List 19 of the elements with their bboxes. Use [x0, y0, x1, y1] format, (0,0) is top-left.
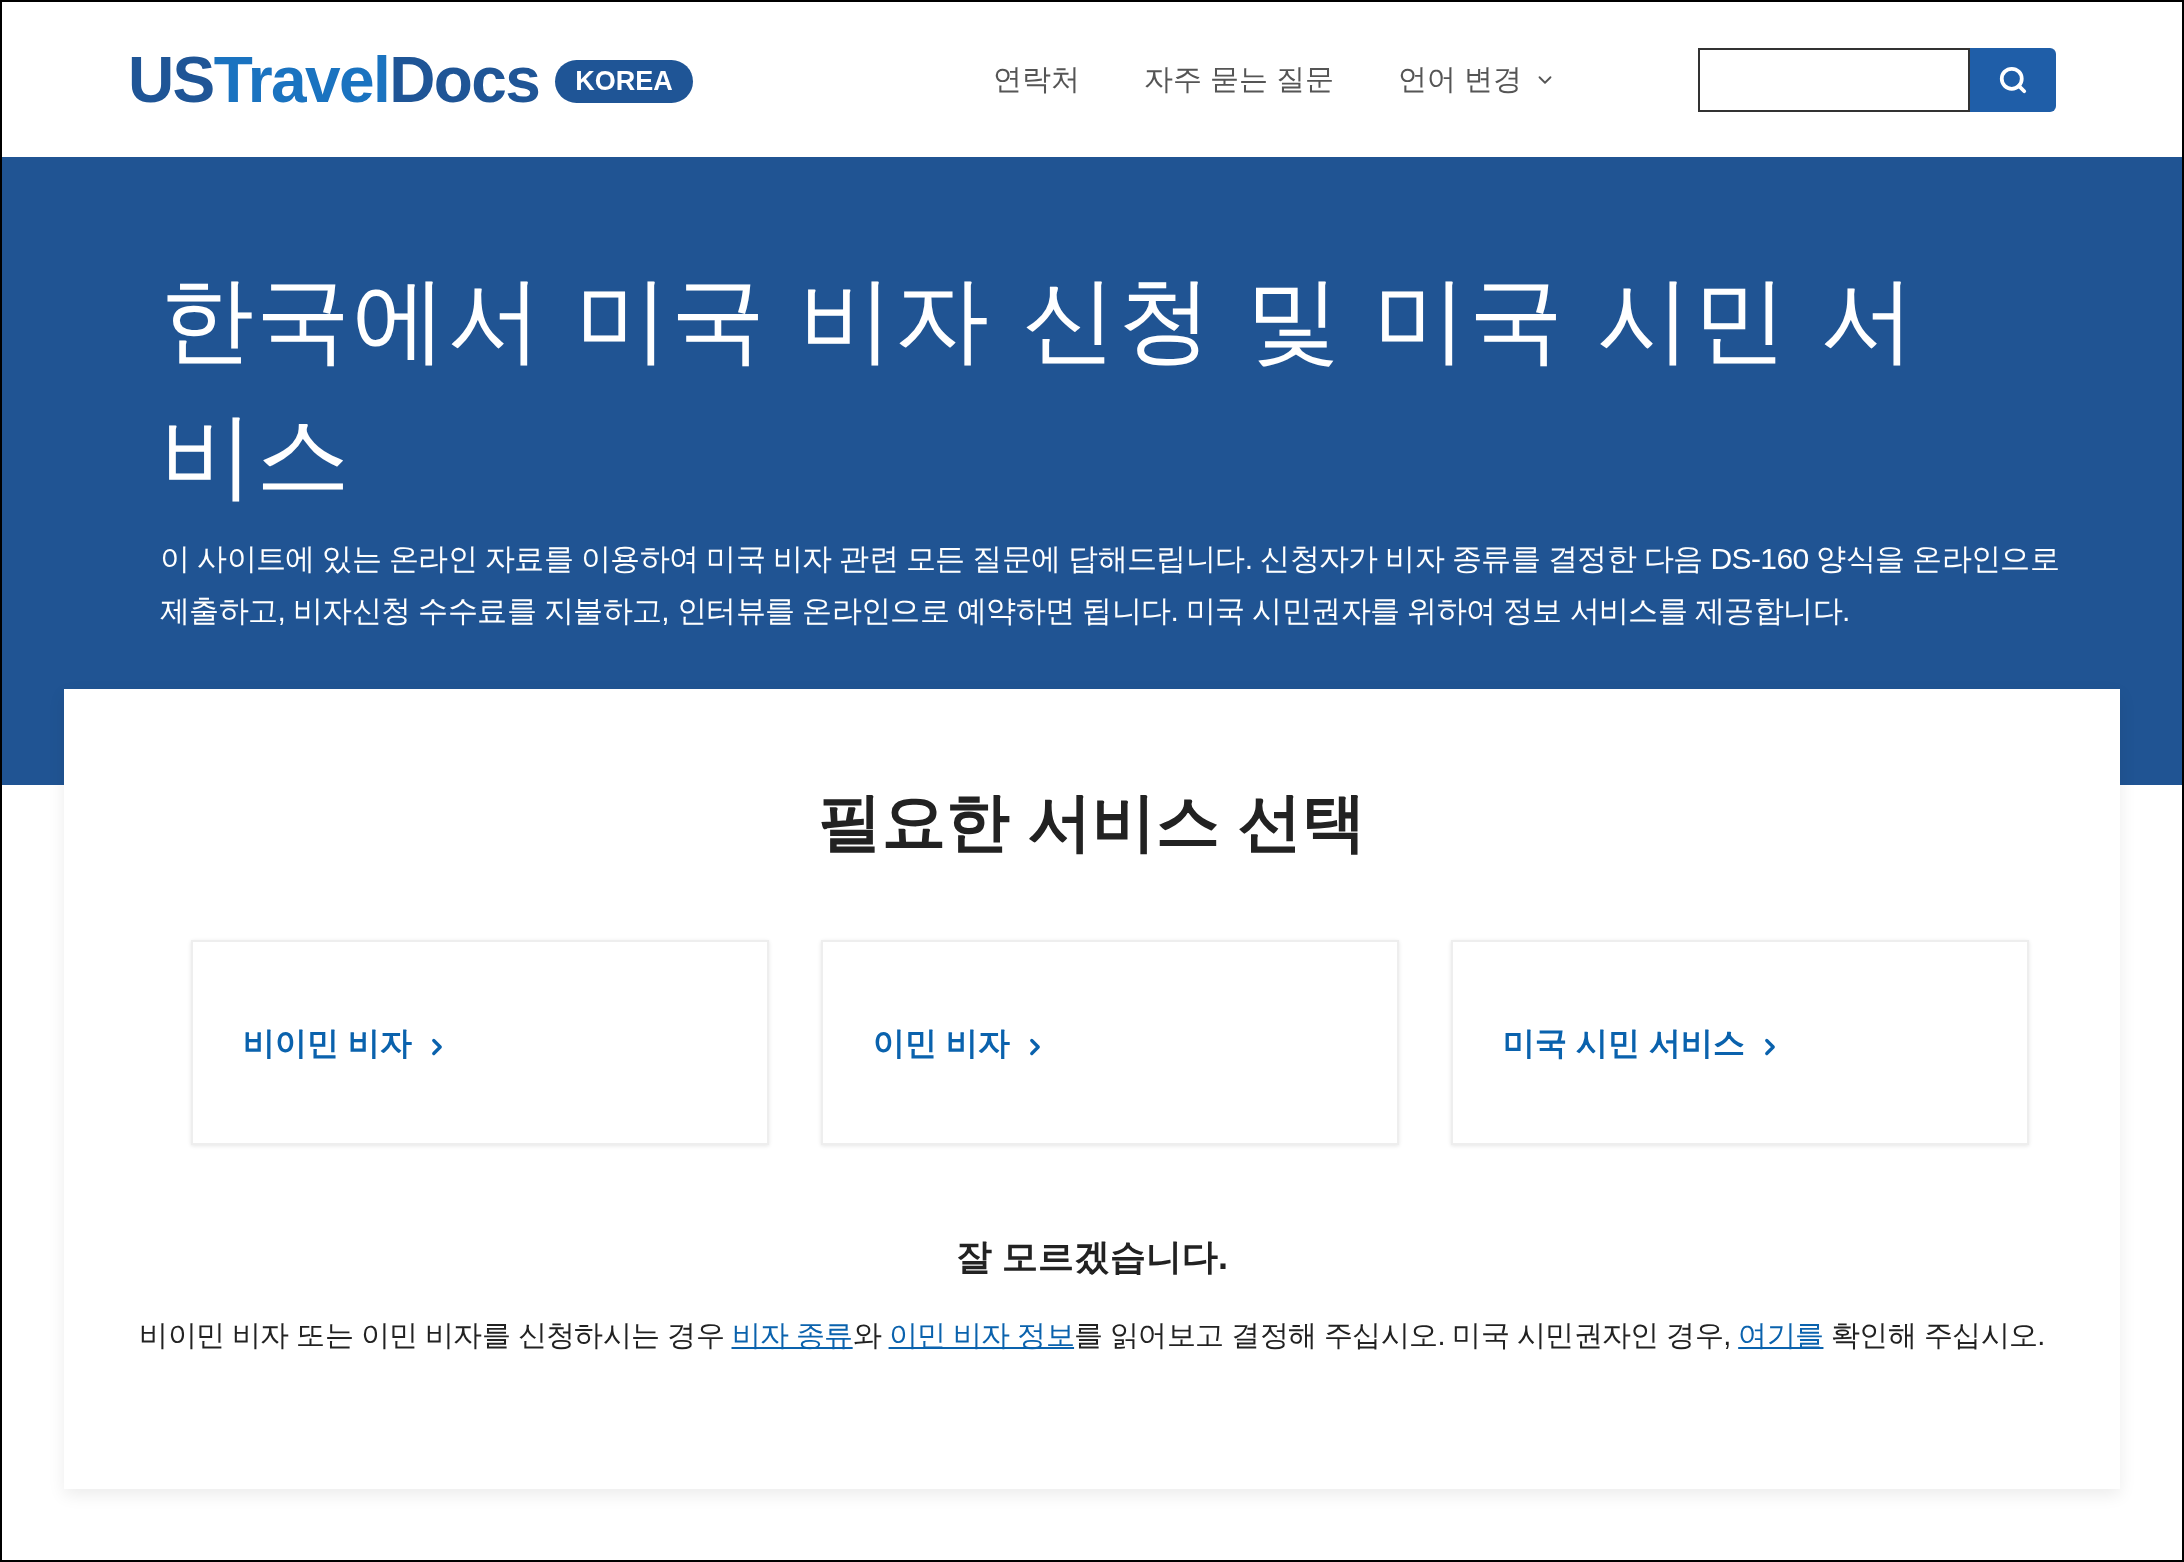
- nav-link[interactable]: 자주 묻는 질문: [1143, 57, 1334, 102]
- language-dropdown[interactable]: 언어 변경: [1397, 57, 1556, 102]
- service-card[interactable]: 이민 비자: [821, 940, 1399, 1145]
- hero-text: 이 사이트에 있는 온라인 자료를 이용하여 미국 비자 관련 모든 질문에 답해드립니다. 신청자가 비자 종류를 결정한 다음 DS-160 양식을 온라인으로 제출하고, 비자신청 수수료를 지불하고, 인터뷰를 온라인으로 예약하면 됩니다. 미국 시민권자를 위하여 정보 서비스를 제공합니다.: [160, 540, 2061, 629]
- section-title: 필요한 서비스 선택: [818, 785, 1366, 860]
- search-button[interactable]: [1970, 47, 2056, 112]
- nav-link[interactable]: 연락처: [992, 57, 1080, 102]
- service-card[interactable]: 미국 시민 서비스: [1451, 940, 2029, 1145]
- text-link[interactable]: 비자 종류: [731, 1319, 853, 1351]
- search-icon: [1998, 64, 2028, 95]
- site-logo[interactable]: USTravelDocs: [128, 47, 540, 112]
- service-card[interactable]: 비이민 비자: [191, 940, 769, 1145]
- hero-title: 한국에서 미국 비자 신청 및 미국 시민 서비스: [160, 264, 1918, 513]
- search-field[interactable]: [1698, 47, 1970, 112]
- help-text: 비이민 비자 또는 이민 비자를 신청하시는 경우 비자 종류와 이민 비자 정보를 읽어보고 결정해 주십시오. 미국 시민권자인 경우, 여기를 확인해 주십시오.: [139, 1318, 2045, 1353]
- help-title: 잘 모르겠습니다.: [956, 1235, 1228, 1279]
- country-badge: KOREA: [555, 60, 693, 103]
- text-link[interactable]: 여기를: [1738, 1319, 1824, 1351]
- text-link[interactable]: 이민 비자 정보: [888, 1319, 1075, 1351]
